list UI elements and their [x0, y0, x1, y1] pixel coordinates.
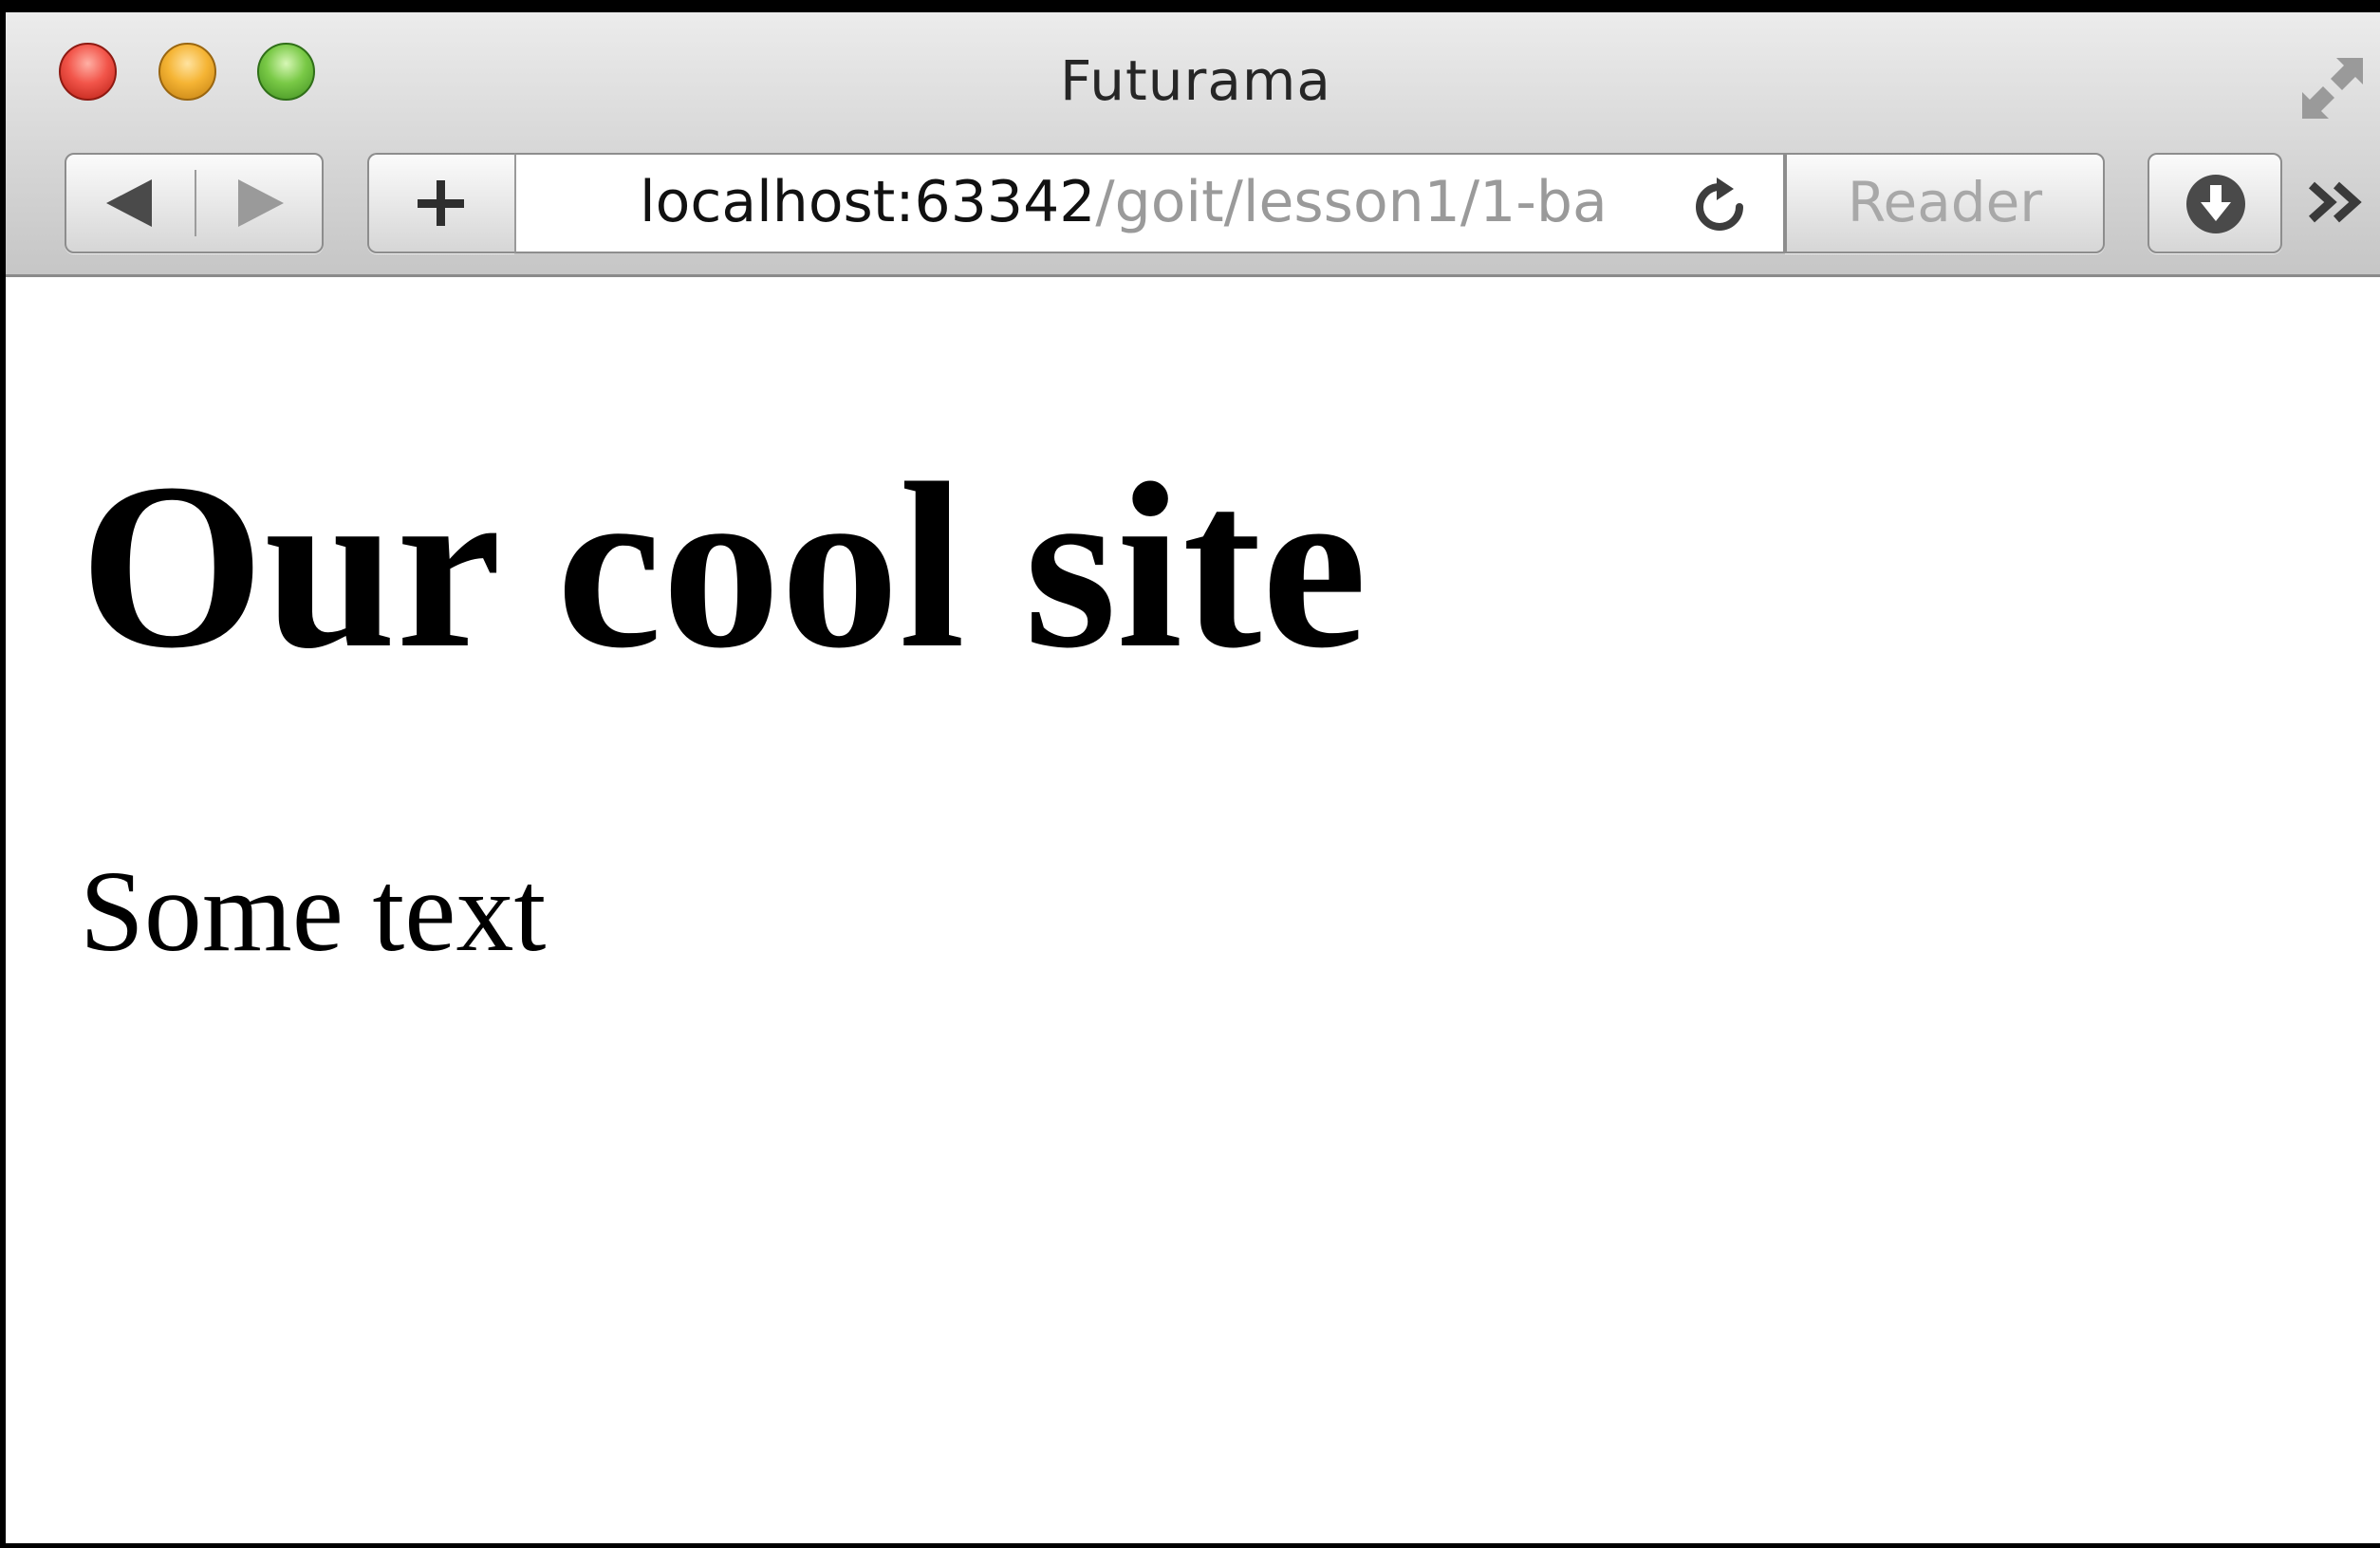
close-window-button[interactable]	[59, 43, 117, 101]
reader-button[interactable]: Reader	[1785, 153, 2105, 253]
url-path: /goit/lesson1/1-ba	[1095, 169, 1608, 235]
forward-button[interactable]	[196, 155, 324, 252]
downloads-button[interactable]	[2148, 153, 2282, 253]
page-content: Our cool site Some text	[6, 277, 2380, 1543]
back-arrow-icon	[106, 179, 152, 227]
page-paragraph: Some text	[80, 848, 547, 976]
back-forward-group	[65, 153, 324, 253]
window-title: Futurama	[1060, 48, 1331, 113]
url-text[interactable]: localhost:63342/goit/lesson1/1-ba	[640, 155, 1617, 252]
chevron-double-right-icon[interactable]	[2302, 164, 2378, 240]
page-heading: Our cool site	[80, 435, 1367, 698]
minimize-window-button[interactable]	[158, 43, 216, 101]
fullscreen-icon[interactable]	[2295, 50, 2371, 126]
new-tab-button[interactable]	[367, 153, 514, 253]
reload-icon[interactable]	[1690, 177, 1749, 236]
browser-window: Futurama localhost:63342/goit/lesson1/1-…	[0, 0, 2380, 1548]
back-button[interactable]	[66, 155, 195, 252]
plus-icon	[418, 180, 464, 226]
url-host: localhost:63342	[640, 169, 1096, 235]
download-icon	[2186, 175, 2245, 233]
browser-toolbar: Futurama localhost:63342/goit/lesson1/1-…	[6, 12, 2380, 277]
forward-arrow-icon	[238, 179, 284, 227]
zoom-window-button[interactable]	[257, 43, 315, 101]
address-bar[interactable]: localhost:63342/goit/lesson1/1-ba	[514, 153, 1785, 253]
